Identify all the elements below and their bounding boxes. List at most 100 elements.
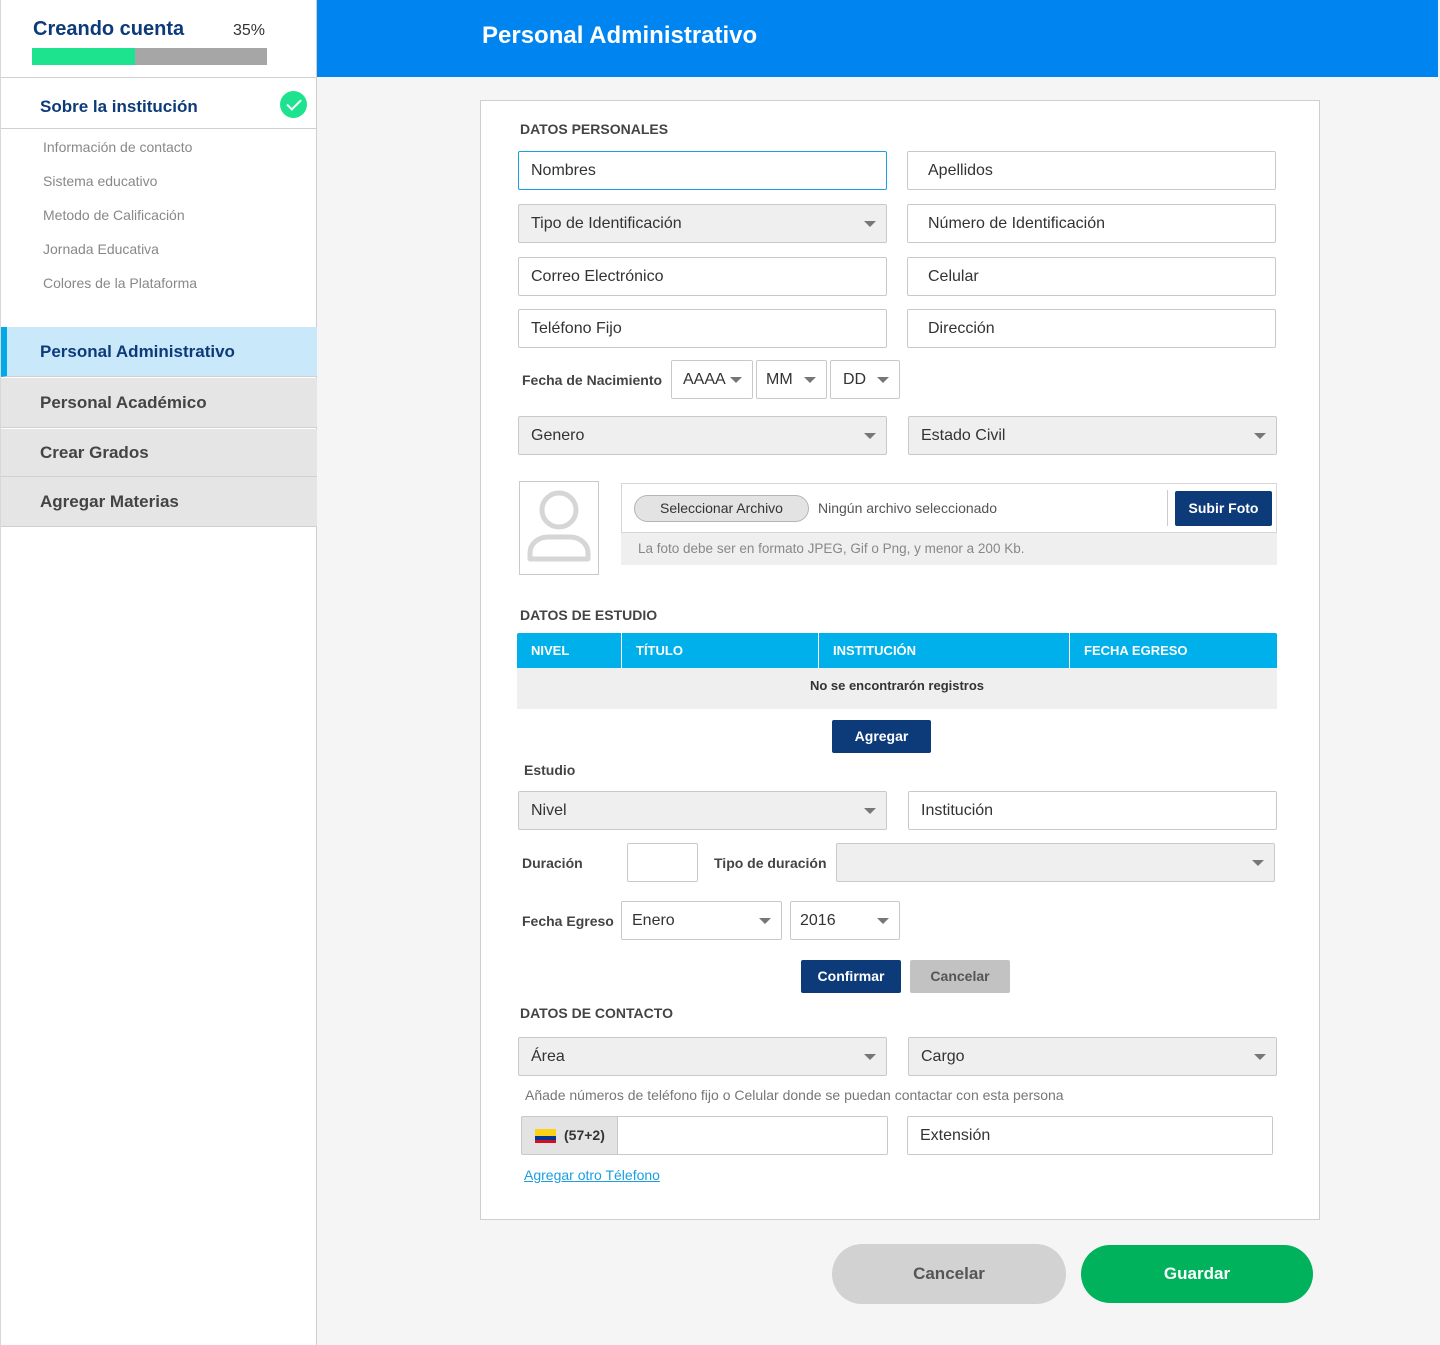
table-column-header: INSTITUCIÓN xyxy=(819,633,1070,668)
tipo-identificacion-select[interactable]: Tipo de Identificación xyxy=(518,204,887,243)
chevron-down-icon xyxy=(864,221,876,227)
chevron-down-icon xyxy=(759,918,771,924)
table-column-header: FECHA EGRESO xyxy=(1084,643,1188,658)
sidebar-subitem[interactable]: Colores de la Plataforma xyxy=(1,266,317,300)
sidebar-section-label: Sobre la institución xyxy=(40,97,198,116)
chevron-down-icon xyxy=(730,377,742,383)
telefono-fijo-field[interactable]: Teléfono Fijo xyxy=(518,309,887,348)
table-column-header: NIVEL xyxy=(517,633,622,668)
select-value: Enero xyxy=(632,912,675,929)
progress-percent: 35% xyxy=(233,22,266,39)
select-value: Área xyxy=(531,1048,565,1065)
chevron-down-icon xyxy=(877,377,889,383)
user-icon xyxy=(527,490,591,562)
extension-field[interactable]: Extensión xyxy=(907,1116,1273,1155)
duracion-label: Duración xyxy=(522,855,583,871)
tipo-duracion-label: Tipo de duración xyxy=(714,855,827,871)
correo-field[interactable]: Correo Electrónico xyxy=(518,257,887,296)
select-value: Nivel xyxy=(531,802,567,819)
duracion-input[interactable] xyxy=(627,843,698,882)
add-study-button[interactable]: Agregar xyxy=(832,720,931,753)
year-select[interactable]: AAAA xyxy=(671,360,753,399)
cancel-button[interactable]: Cancelar xyxy=(832,1244,1066,1304)
estudio-form-title: Estudio xyxy=(524,762,576,778)
select-value: MM xyxy=(766,371,793,388)
direccion-field[interactable]: Dirección xyxy=(907,309,1276,348)
page-title: Personal Administrativo xyxy=(482,22,758,49)
progress-bar xyxy=(32,48,267,65)
egreso-year-select[interactable]: 2016 xyxy=(790,901,900,940)
chevron-down-icon xyxy=(804,377,816,383)
chevron-down-icon xyxy=(864,1054,876,1060)
avatar-placeholder xyxy=(519,481,599,575)
table-header: NIVEL TÍTULO INSTITUCIÓN FECHA EGRESO xyxy=(517,633,1277,668)
table-column-header: TÍTULO xyxy=(622,633,819,668)
section-title-personal: DATOS PERSONALES xyxy=(520,121,669,137)
month-select[interactable]: MM xyxy=(756,360,827,399)
celular-field[interactable]: Celular xyxy=(907,257,1276,296)
sidebar: Creando cuenta 35% Sobre la institución … xyxy=(0,0,317,1345)
sidebar-item-crear-grados[interactable]: Crear Grados xyxy=(1,429,317,477)
section-title-contacto: DATOS DE CONTACTO xyxy=(520,1005,673,1021)
divider xyxy=(1167,490,1168,526)
sidebar-item-agregar-materias[interactable]: Agregar Materias xyxy=(1,477,317,527)
progress-title: Creando cuenta xyxy=(33,18,185,40)
sidebar-item-personal-administrativo[interactable]: Personal Administrativo xyxy=(1,327,317,377)
day-select[interactable]: DD xyxy=(830,360,900,399)
phone-prefix[interactable]: (57+2) xyxy=(521,1116,618,1155)
contact-hint: Añade números de teléfono fijo o Celular… xyxy=(525,1087,1064,1103)
egreso-month-select[interactable]: Enero xyxy=(621,901,782,940)
institucion-field[interactable]: Institución xyxy=(908,791,1277,830)
chevron-down-icon xyxy=(1252,860,1264,866)
sidebar-section-institucion[interactable]: Sobre la institución xyxy=(1,78,316,129)
fecha-egreso-label: Fecha Egreso xyxy=(522,913,614,929)
tipo-duracion-select[interactable] xyxy=(836,843,1275,882)
select-value: AAAA xyxy=(683,371,726,388)
table-empty-row: No se encontrarón registros xyxy=(517,668,1277,709)
sidebar-subitem[interactable]: Metodo de Calificación xyxy=(1,198,317,232)
select-value: Tipo de Identificación xyxy=(531,215,682,232)
sidebar-subitem[interactable]: Información de contacto xyxy=(1,130,317,164)
select-value: 2016 xyxy=(800,912,836,929)
confirm-button[interactable]: Confirmar xyxy=(801,960,901,993)
check-icon xyxy=(280,91,307,118)
study-table: NIVEL TÍTULO INSTITUCIÓN FECHA EGRESO No… xyxy=(517,633,1277,709)
add-phone-link[interactable]: Agregar otro Télefono xyxy=(524,1167,660,1183)
sidebar-subitem[interactable]: Jornada Educativa xyxy=(1,232,317,266)
sidebar-item-personal-academico[interactable]: Personal Académico xyxy=(1,378,317,428)
numero-identificacion-field[interactable]: Número de Identificación xyxy=(907,204,1276,243)
chevron-down-icon xyxy=(1254,433,1266,439)
photo-hint: La foto debe ser en formato JPEG, Gif o … xyxy=(621,533,1277,565)
chevron-down-icon xyxy=(864,433,876,439)
progress-fill xyxy=(32,48,136,65)
select-value: Cargo xyxy=(921,1048,965,1065)
phone-input[interactable] xyxy=(617,1116,888,1155)
progress-header: Creando cuenta 35% xyxy=(1,0,316,78)
colombia-flag-icon xyxy=(535,1129,556,1143)
save-button[interactable]: Guardar xyxy=(1081,1245,1313,1303)
file-status: Ningún archivo seleccionado xyxy=(818,500,997,516)
apellidos-field[interactable]: Apellidos xyxy=(907,151,1276,190)
estado-civil-select[interactable]: Estado Civil xyxy=(908,416,1277,455)
fecha-nacimiento-label: Fecha de Nacimiento xyxy=(522,372,663,388)
prefix-text: (57+2) xyxy=(564,1127,605,1143)
select-value: DD xyxy=(843,371,867,388)
cancel-study-button[interactable]: Cancelar xyxy=(910,960,1010,993)
file-input: Seleccionar Archivo Ningún archivo selec… xyxy=(621,483,1277,533)
genero-select[interactable]: Genero xyxy=(518,416,887,455)
nivel-select[interactable]: Nivel xyxy=(518,791,887,830)
area-select[interactable]: Área xyxy=(518,1037,887,1076)
top-header: Personal Administrativo xyxy=(317,0,1440,77)
select-file-button[interactable]: Seleccionar Archivo xyxy=(634,495,809,522)
nombres-field[interactable]: Nombres xyxy=(518,151,887,190)
form-card: DATOS PERSONALES Nombres Apellidos Tipo … xyxy=(480,100,1320,1220)
chevron-down-icon xyxy=(1254,1054,1266,1060)
select-value: Estado Civil xyxy=(921,427,1006,444)
sidebar-sublist: Información de contacto Sistema educativ… xyxy=(1,130,317,300)
select-value: Genero xyxy=(531,427,585,444)
chevron-down-icon xyxy=(877,918,889,924)
upload-photo-button[interactable]: Subir Foto xyxy=(1175,491,1272,526)
chevron-down-icon xyxy=(864,808,876,814)
cargo-select[interactable]: Cargo xyxy=(908,1037,1277,1076)
sidebar-subitem[interactable]: Sistema educativo xyxy=(1,164,317,198)
